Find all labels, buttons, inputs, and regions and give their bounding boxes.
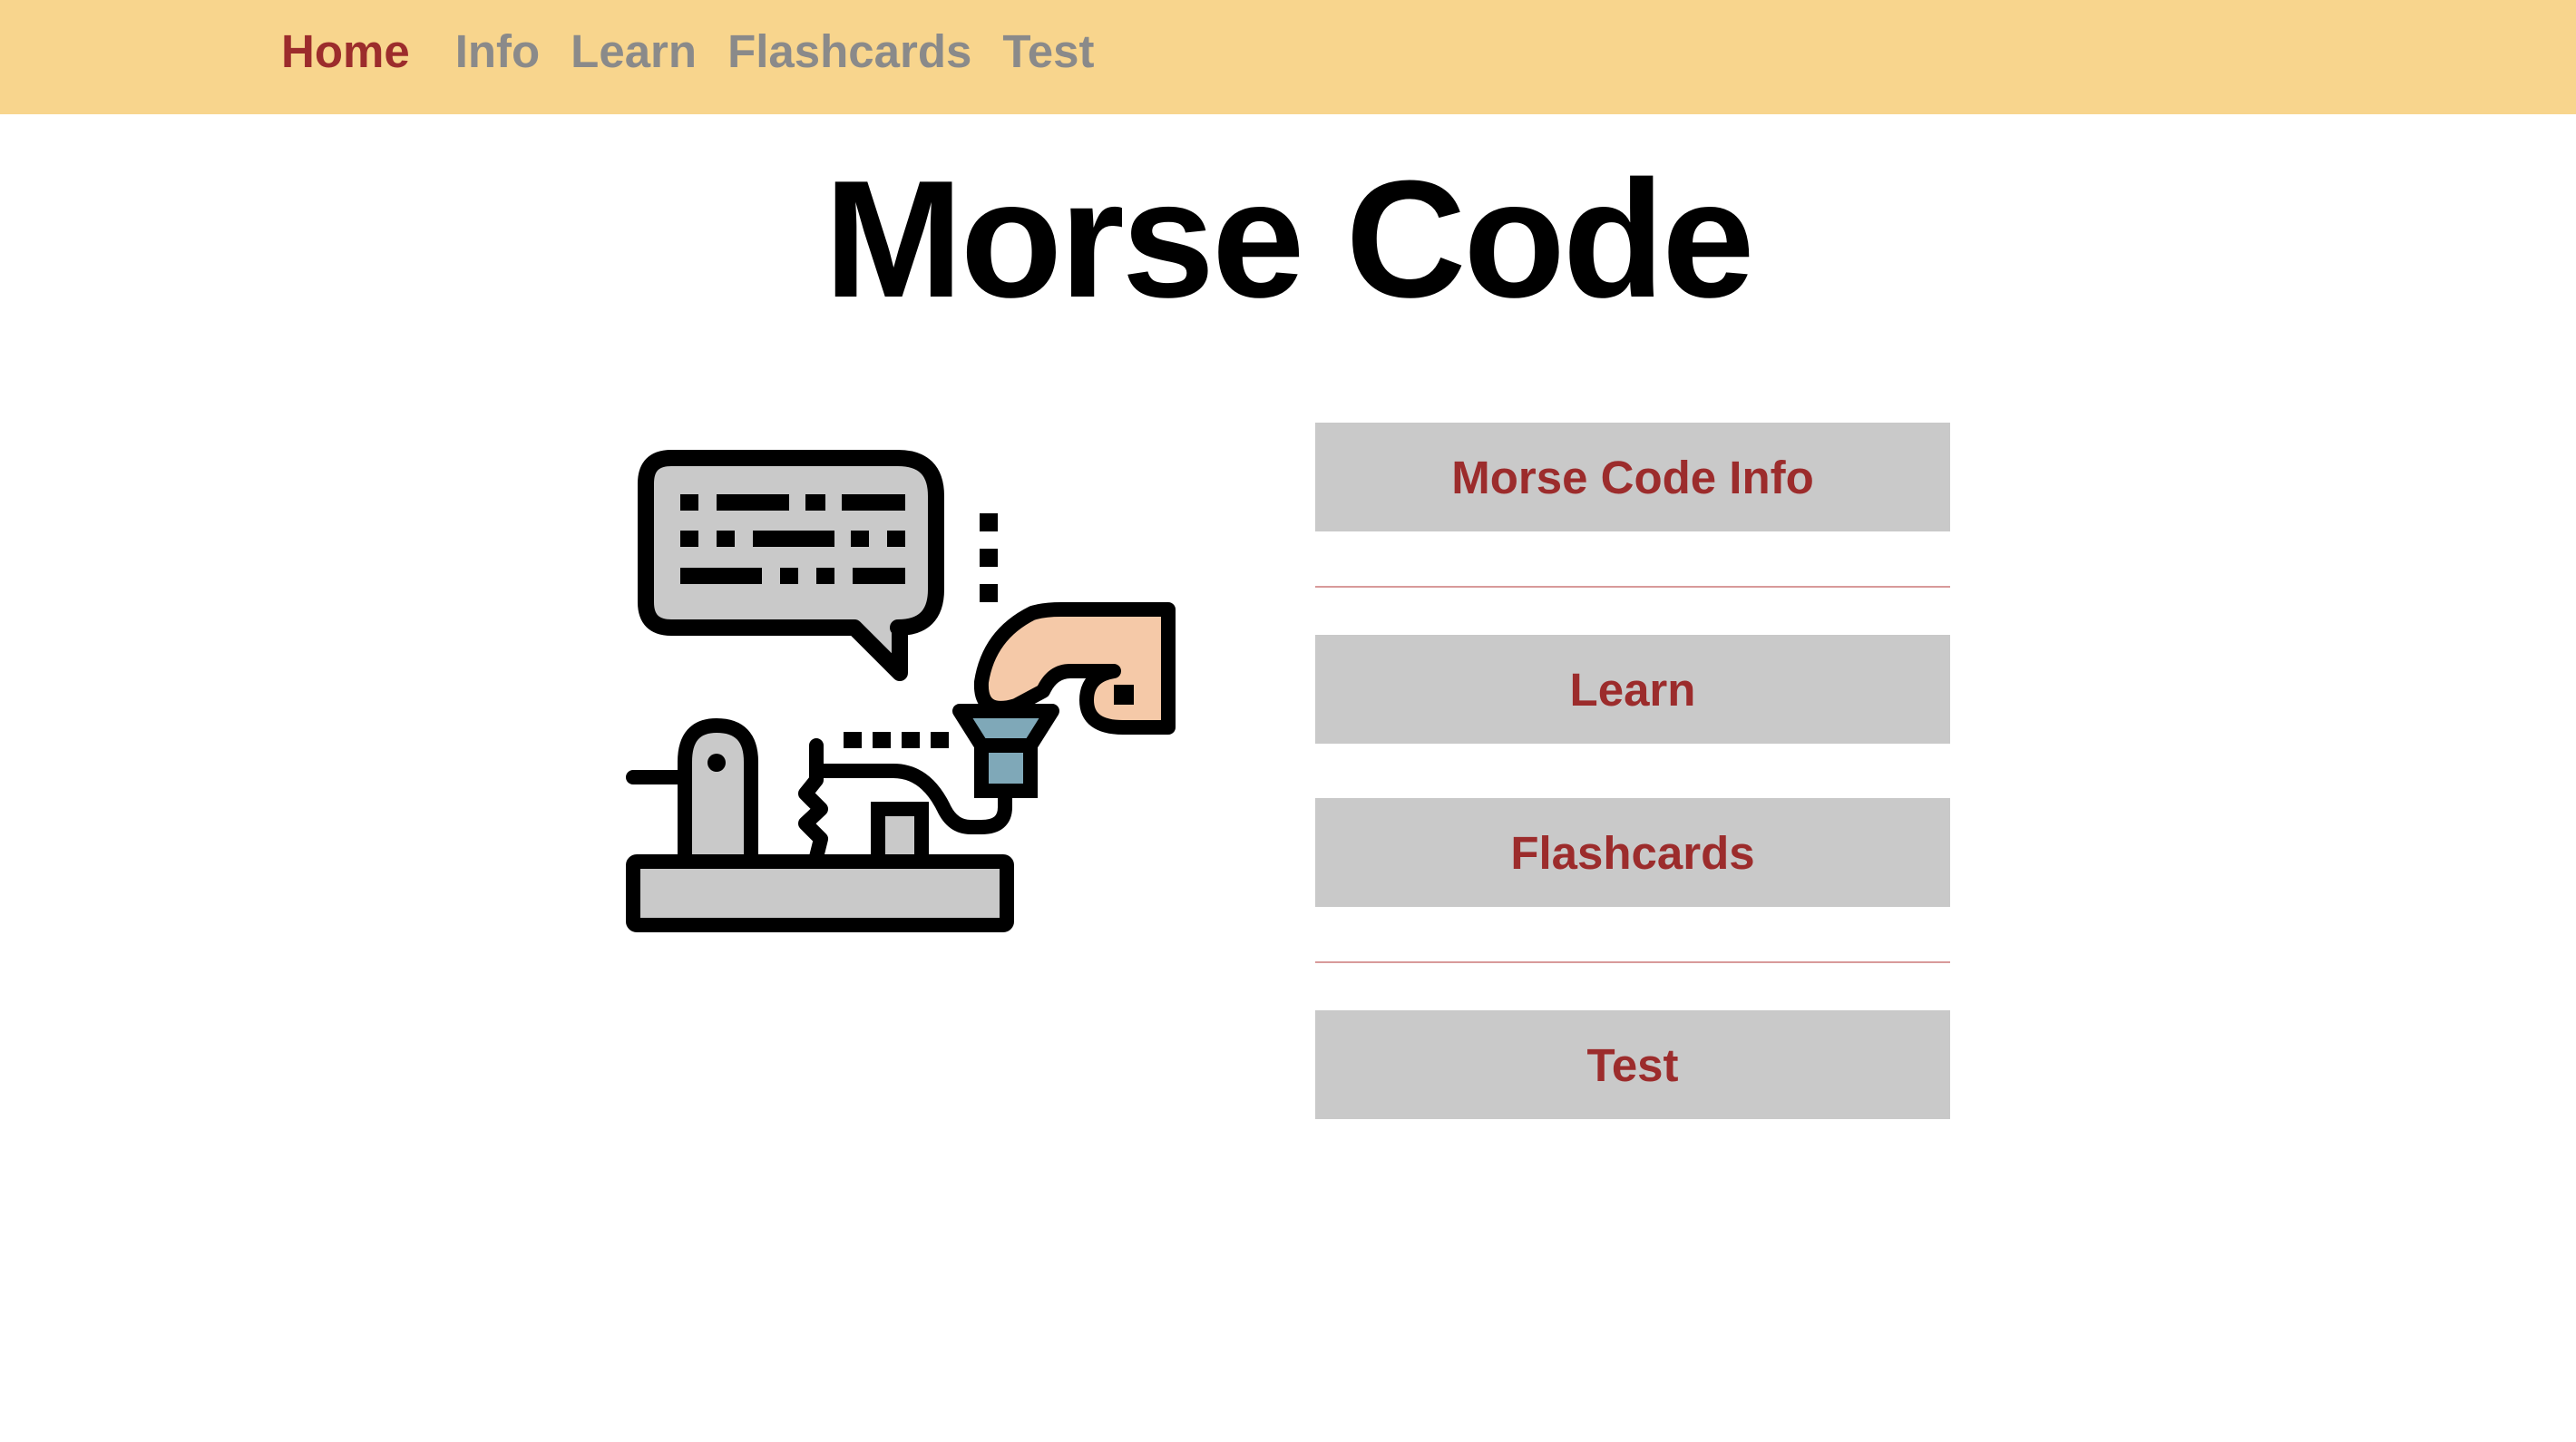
- nav-link-home[interactable]: Home: [281, 24, 410, 78]
- nav-link-info[interactable]: Info: [455, 24, 540, 78]
- telegraph-key-icon: [617, 449, 1179, 939]
- flashcards-button[interactable]: Flashcards: [1315, 798, 1950, 907]
- divider: [1315, 586, 1950, 588]
- divider: [1315, 961, 1950, 963]
- morse-code-info-button[interactable]: Morse Code Info: [1315, 423, 1950, 531]
- nav-link-test[interactable]: Test: [1002, 24, 1094, 78]
- nav-links: Home Info Learn Flashcards Test: [281, 0, 1125, 102]
- page-title: Morse Code: [824, 145, 1754, 332]
- nav-link-learn[interactable]: Learn: [571, 24, 697, 78]
- nav-link-flashcards[interactable]: Flashcards: [727, 24, 971, 78]
- test-button[interactable]: Test: [1315, 1010, 1950, 1119]
- learn-button[interactable]: Learn: [1315, 635, 1950, 744]
- top-navbar: Home Info Learn Flashcards Test: [0, 0, 2576, 114]
